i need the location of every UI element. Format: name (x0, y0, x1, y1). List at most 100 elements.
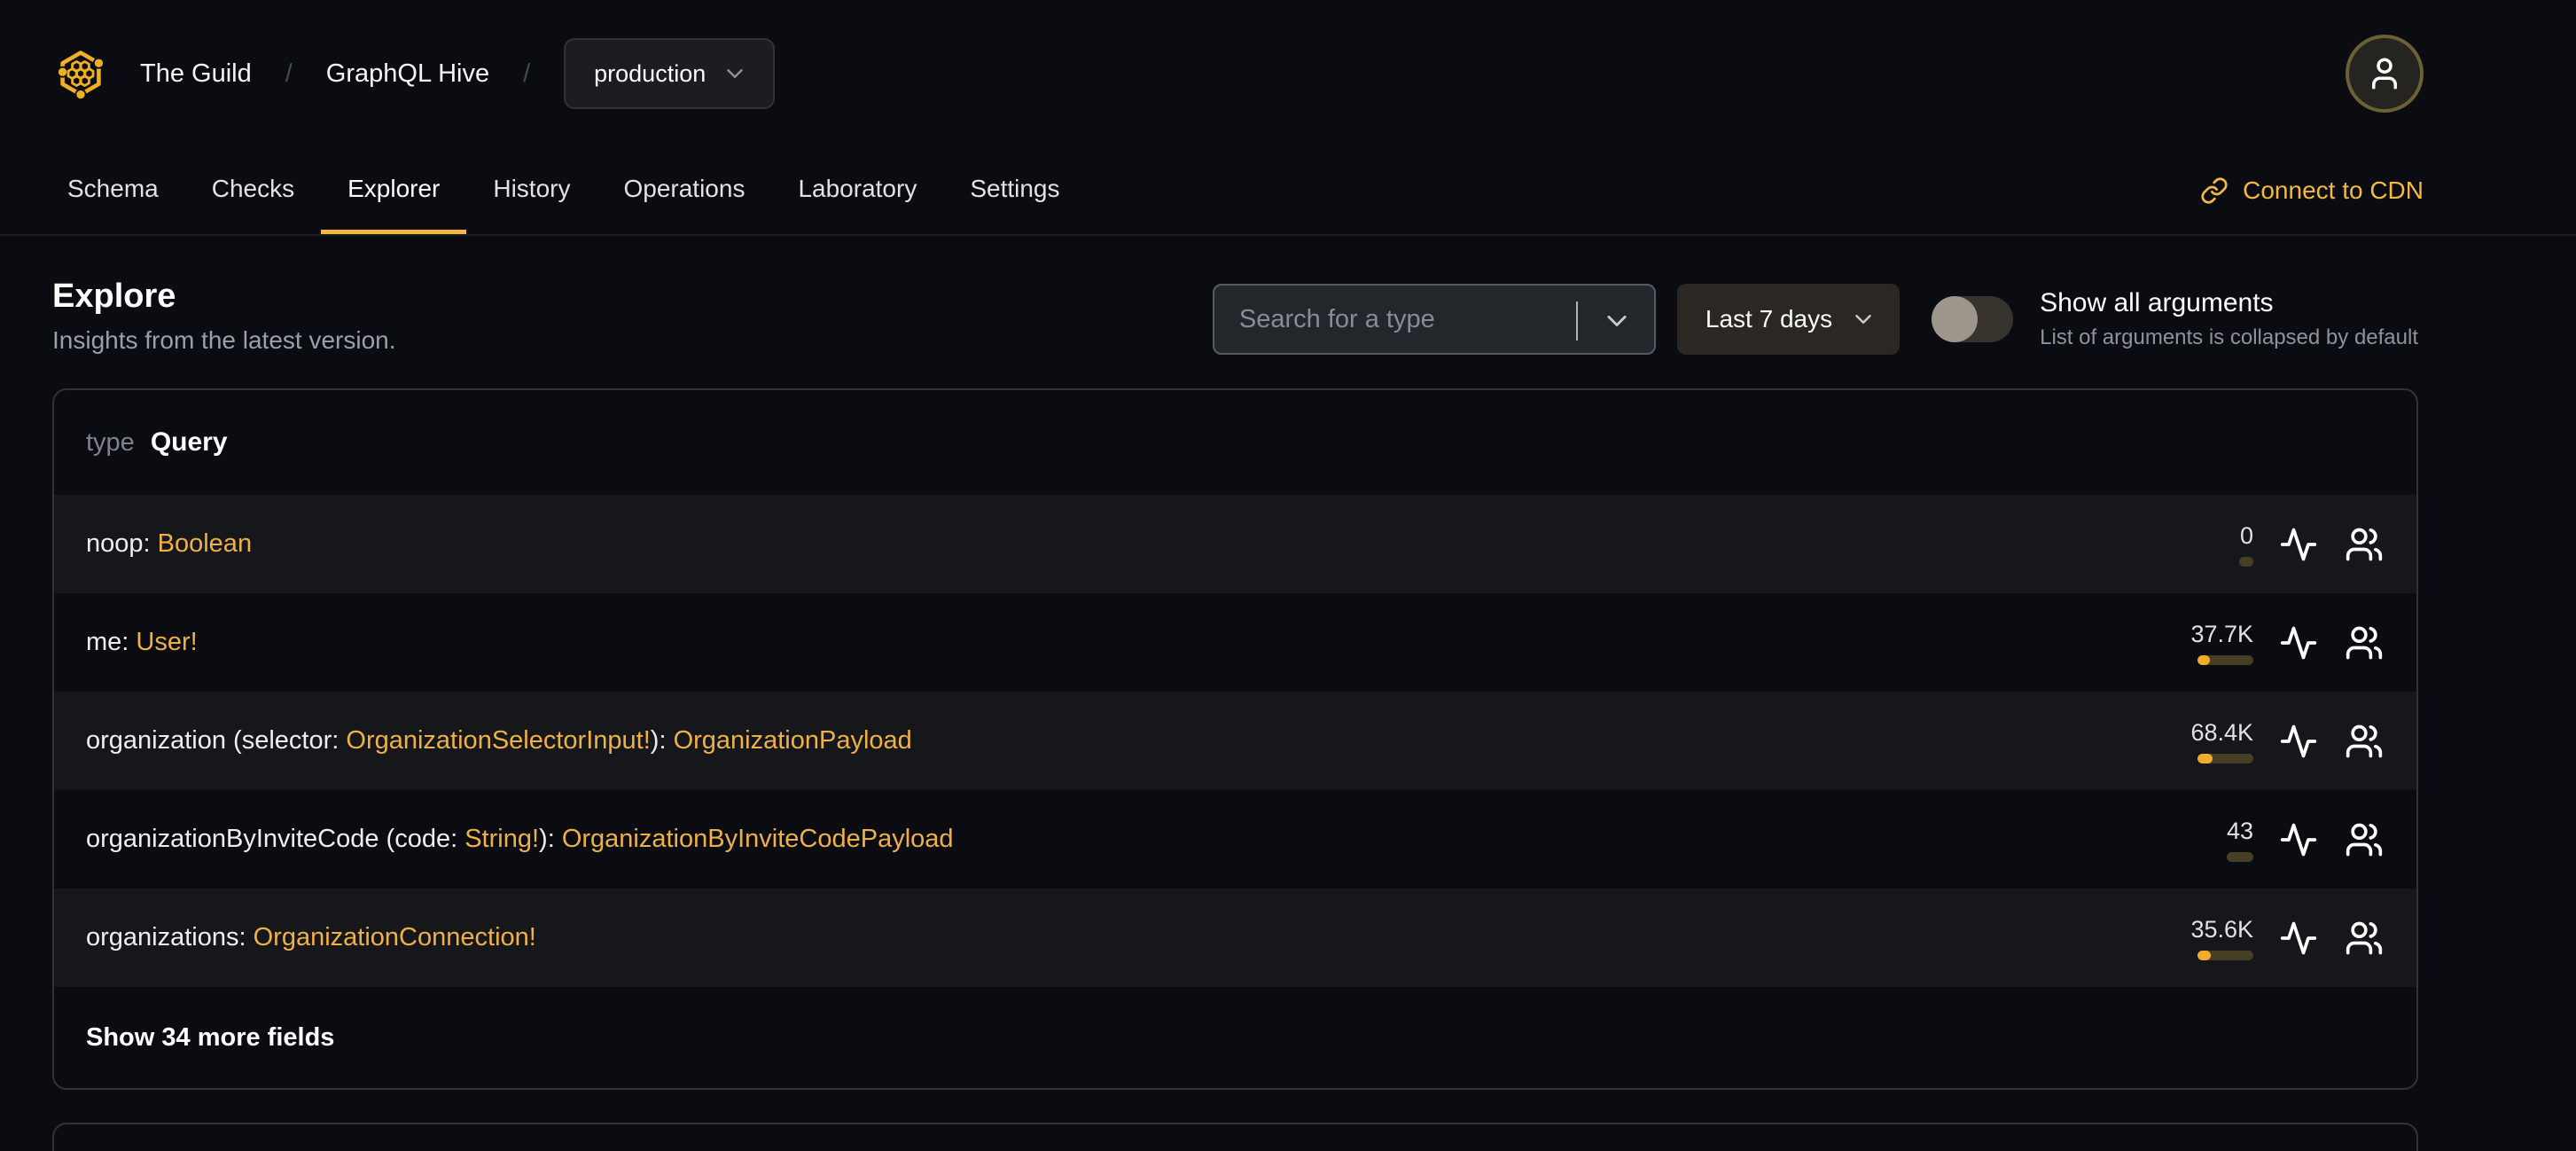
type-name: Query (150, 427, 228, 457)
field-signature: me: User! (86, 628, 198, 657)
toggle-label: Show all arguments (2040, 288, 2274, 317)
hive-logo[interactable] (55, 46, 106, 101)
explorer-controls: Last 7 days Show all arguments List of a… (1212, 284, 2418, 355)
field-arg-name: code: (394, 825, 465, 853)
field-row: organization (selector: OrganizationSele… (54, 692, 2416, 790)
show-more-fields-button[interactable]: Show 34 more fields (54, 987, 2416, 1088)
field-usage-group: 35.6K (2190, 916, 2385, 960)
field-punctuation: ( (226, 726, 242, 755)
field-punctuation: : (547, 825, 562, 853)
toggle-labels: Show all arguments List of arguments is … (2040, 288, 2418, 350)
target-selector-value: production (594, 59, 706, 87)
toggle-description: List of arguments is collapsed by defaul… (2040, 325, 2418, 349)
breadcrumb-project[interactable]: GraphQL Hive (326, 59, 489, 89)
show-all-arguments-toggle[interactable] (1932, 296, 2014, 342)
field-signature: organizationByInviteCode (code: String!)… (86, 825, 954, 854)
tab-history[interactable]: History (466, 147, 597, 234)
page-subtitle: Insights from the latest version. (52, 326, 396, 354)
page-title: Explore (52, 278, 176, 315)
field-name: noop (86, 529, 144, 558)
field-return-type-link[interactable]: User! (136, 628, 197, 656)
activity-icon[interactable] (2278, 918, 2319, 959)
connect-to-cdn-link[interactable]: Connect to CDN (2200, 147, 2424, 234)
main-content: Explore Insights from the latest version… (0, 277, 2576, 1151)
usage-bar (2239, 556, 2253, 567)
field-punctuation: : (143, 529, 158, 558)
field-name: organizations (86, 923, 239, 951)
tab-schema[interactable]: Schema (41, 147, 185, 234)
field-punctuation: ( (379, 825, 395, 853)
field-punctuation: : (238, 923, 254, 951)
period-select-value: Last 7 days (1705, 305, 1833, 333)
field-usage-group: 43 (2190, 818, 2385, 862)
link-icon (2200, 176, 2229, 205)
field-row: noop: Boolean 0 (54, 495, 2416, 593)
chevron-down-icon[interactable] (1601, 305, 1633, 337)
activity-icon[interactable] (2278, 721, 2319, 762)
users-icon[interactable] (2344, 622, 2385, 663)
type-card-header: type Query (54, 390, 2416, 495)
type-search-combobox[interactable] (1212, 284, 1656, 355)
field-signature: organizations: OrganizationConnection! (86, 923, 536, 952)
field-return-type-link[interactable]: Boolean (158, 529, 252, 558)
usage-bar-fill (2197, 753, 2213, 763)
field-signature: noop: Boolean (86, 529, 252, 559)
tab-explorer[interactable]: Explorer (321, 147, 467, 234)
activity-icon[interactable] (2278, 622, 2319, 663)
users-icon[interactable] (2344, 918, 2385, 959)
usage-bar (2197, 950, 2253, 960)
field-request-count: 37.7K (2190, 620, 2253, 647)
usage-bar (2227, 851, 2253, 862)
field-punctuation: ) (650, 726, 660, 755)
field-signature: organization (selector: OrganizationSele… (86, 726, 912, 756)
show-all-arguments-control: Show all arguments List of arguments is … (1932, 288, 2418, 350)
connect-to-cdn-label: Connect to CDN (2243, 176, 2424, 204)
field-request-count: 0 (2239, 521, 2253, 549)
type-search-input[interactable] (1214, 304, 1560, 334)
field-arg-type-link[interactable]: OrganizationSelectorInput! (346, 726, 650, 755)
field-usage-stat: 35.6K (2190, 916, 2253, 960)
users-icon[interactable] (2344, 524, 2385, 565)
tab-settings[interactable]: Settings (943, 147, 1086, 234)
field-request-count: 43 (2226, 817, 2253, 844)
field-arg-type-link[interactable]: String! (464, 825, 539, 853)
field-usage-group: 37.7K (2190, 621, 2385, 665)
field-punctuation: : (121, 628, 137, 656)
field-name: organizationByInviteCode (86, 825, 379, 853)
tab-checks[interactable]: Checks (185, 147, 321, 234)
usage-bar (2197, 654, 2253, 665)
chevron-down-icon (1850, 306, 1877, 333)
tab-laboratory[interactable]: Laboratory (771, 147, 943, 234)
breadcrumb-org[interactable]: The Guild (140, 59, 252, 89)
target-selector[interactable]: production (564, 38, 776, 109)
chevron-down-icon (722, 60, 748, 87)
field-usage-stat: 68.4K (2190, 719, 2253, 763)
toggle-knob (1932, 296, 1979, 342)
field-row: me: User! 37.7K (54, 593, 2416, 692)
page-heading: Explore Insights from the latest version… (52, 277, 396, 355)
period-select[interactable]: Last 7 days (1676, 284, 1901, 355)
activity-icon[interactable] (2278, 819, 2319, 860)
users-icon[interactable] (2344, 721, 2385, 762)
field-row: organizations: OrganizationConnection! 35… (54, 889, 2416, 987)
field-punctuation: ) (539, 825, 548, 853)
type-card-query: type Query noop: Boolean 0 me: User! 37.7K o… (52, 388, 2418, 1090)
tab-operations[interactable]: Operations (597, 147, 771, 234)
field-request-count: 68.4K (2190, 718, 2253, 746)
usage-bar-fill (2197, 654, 2210, 665)
user-avatar-button[interactable] (2346, 35, 2424, 113)
show-more-fields-label: Show 34 more fields (86, 1022, 335, 1052)
top-bar: The Guild / GraphQL Hive / production (0, 0, 2576, 147)
field-return-type-link[interactable]: OrganizationConnection! (254, 923, 536, 951)
activity-icon[interactable] (2278, 524, 2319, 565)
field-name: me (86, 628, 122, 656)
field-name: organization (86, 726, 226, 755)
field-punctuation: : (659, 726, 674, 755)
breadcrumb-separator: / (285, 59, 293, 88)
field-return-type-link[interactable]: OrganizationByInviteCodePayload (562, 825, 954, 853)
users-icon[interactable] (2344, 819, 2385, 860)
field-return-type-link[interactable]: OrganizationPayload (674, 726, 912, 755)
field-request-count: 35.6K (2190, 915, 2253, 943)
field-row: organizationByInviteCode (code: String!)… (54, 790, 2416, 889)
field-arg-name: selector: (241, 726, 347, 755)
